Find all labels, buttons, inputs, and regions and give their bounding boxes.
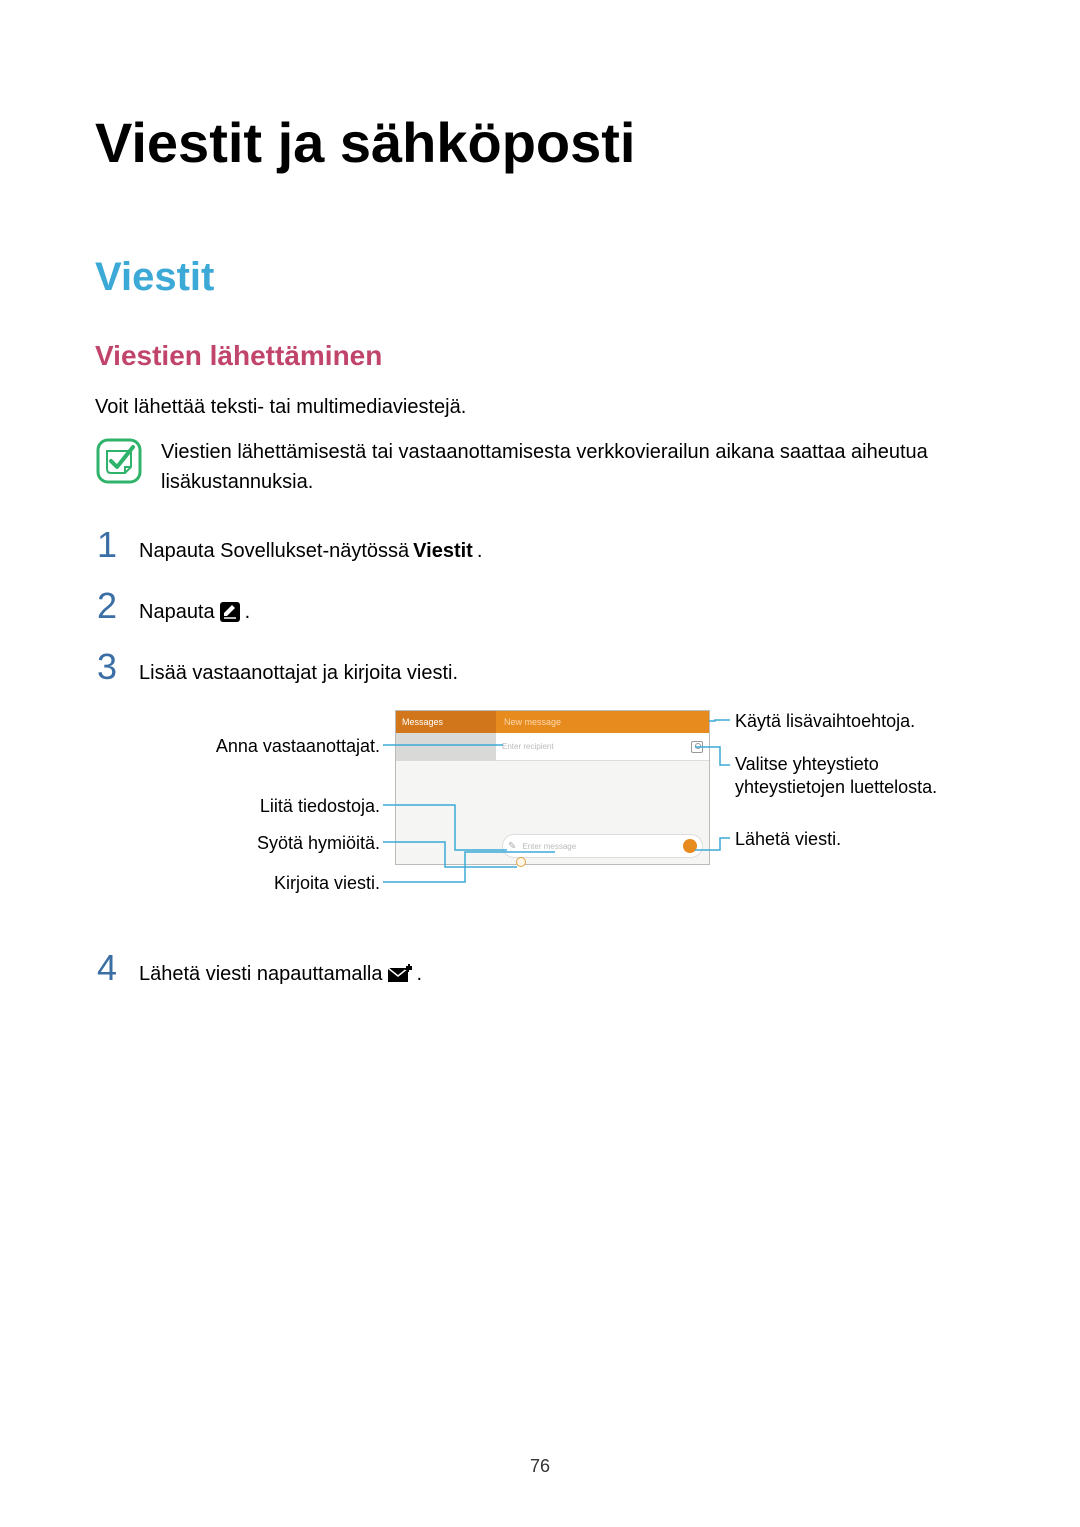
send-button-icon bbox=[683, 839, 697, 853]
step-bold: Viestit bbox=[413, 536, 473, 566]
section-title: Viestit bbox=[95, 255, 985, 300]
step-body: Lähetä viesti napauttamalla . bbox=[139, 959, 422, 989]
step-item: 2 Napauta . bbox=[95, 588, 985, 627]
step-text: Napauta bbox=[139, 597, 215, 627]
step-number: 3 bbox=[95, 649, 119, 685]
callout-label: Anna vastaanottajat. bbox=[155, 735, 380, 758]
note-icon bbox=[95, 437, 143, 485]
mock-header: Messages New message bbox=[396, 711, 709, 733]
step-text-post: . bbox=[245, 597, 251, 627]
step-body: Lisää vastaanottajat ja kirjoita viesti. bbox=[139, 658, 458, 688]
emoji-icon bbox=[516, 857, 526, 867]
note-text: Viestien lähettämisestä tai vastaanottam… bbox=[161, 437, 985, 497]
send-icon bbox=[387, 964, 413, 984]
steps-list: 1 Napauta Sovellukset-näytössä Viestit. … bbox=[95, 527, 985, 688]
attach-icon: ✎ bbox=[508, 841, 516, 852]
contact-picker-icon bbox=[691, 741, 703, 753]
step-text: Lisää vastaanottajat ja kirjoita viesti. bbox=[139, 658, 458, 688]
step-text-post: . bbox=[477, 536, 483, 566]
mock-recipient-row: Enter recipient bbox=[396, 733, 709, 761]
callout-label: Kirjoita viesti. bbox=[155, 872, 380, 895]
step-text: Napauta Sovellukset-näytössä bbox=[139, 536, 409, 566]
subsection-title: Viestien lähettäminen bbox=[95, 340, 985, 372]
mock-input-bar: ✎ Enter message bbox=[502, 834, 703, 858]
page-number: 76 bbox=[0, 1456, 1080, 1477]
callout-label: Liitä tiedostoja. bbox=[155, 795, 380, 818]
step-item: 4 Lähetä viesti napauttamalla . bbox=[95, 950, 985, 989]
step-item: 1 Napauta Sovellukset-näytössä Viestit. bbox=[95, 527, 985, 566]
step-number: 4 bbox=[95, 950, 119, 986]
mock-recipient-placeholder: Enter recipient bbox=[502, 742, 554, 751]
mock-sidebar-placeholder bbox=[396, 733, 496, 761]
callout-label: Käytä lisävaihtoehtoja. bbox=[735, 710, 955, 733]
callout-label: Valitse yhteystieto yhteystietojen luett… bbox=[735, 753, 955, 800]
steps-list-continued: 4 Lähetä viesti napauttamalla . bbox=[95, 950, 985, 989]
mock-screenshot: Messages New message Enter recipient ✎ E… bbox=[395, 710, 710, 865]
compose-icon bbox=[219, 601, 241, 623]
note-block: Viestien lähettämisestä tai vastaanottam… bbox=[95, 437, 985, 497]
callout-label: Syötä hymiöitä. bbox=[155, 832, 380, 855]
step-number: 2 bbox=[95, 588, 119, 624]
intro-paragraph: Voit lähettää teksti- tai multimediavies… bbox=[95, 392, 985, 422]
step-text: Lähetä viesti napauttamalla bbox=[139, 959, 383, 989]
mock-header-tab: Messages bbox=[396, 711, 496, 733]
page-title: Viestit ja sähköposti bbox=[95, 110, 985, 175]
step-body: Napauta Sovellukset-näytössä Viestit. bbox=[139, 536, 482, 566]
step-number: 1 bbox=[95, 527, 119, 563]
step-item: 3 Lisää vastaanottajat ja kirjoita viest… bbox=[95, 649, 985, 688]
mock-body bbox=[396, 761, 709, 831]
annotated-figure: Messages New message Enter recipient ✎ E… bbox=[155, 710, 895, 920]
step-text-post: . bbox=[417, 959, 423, 989]
mock-header-title: New message bbox=[496, 717, 709, 727]
mock-input-placeholder: Enter message bbox=[522, 842, 677, 851]
mock-recipient-field: Enter recipient bbox=[496, 733, 709, 761]
step-body: Napauta . bbox=[139, 597, 250, 627]
callout-label: Lähetä viesti. bbox=[735, 828, 955, 851]
